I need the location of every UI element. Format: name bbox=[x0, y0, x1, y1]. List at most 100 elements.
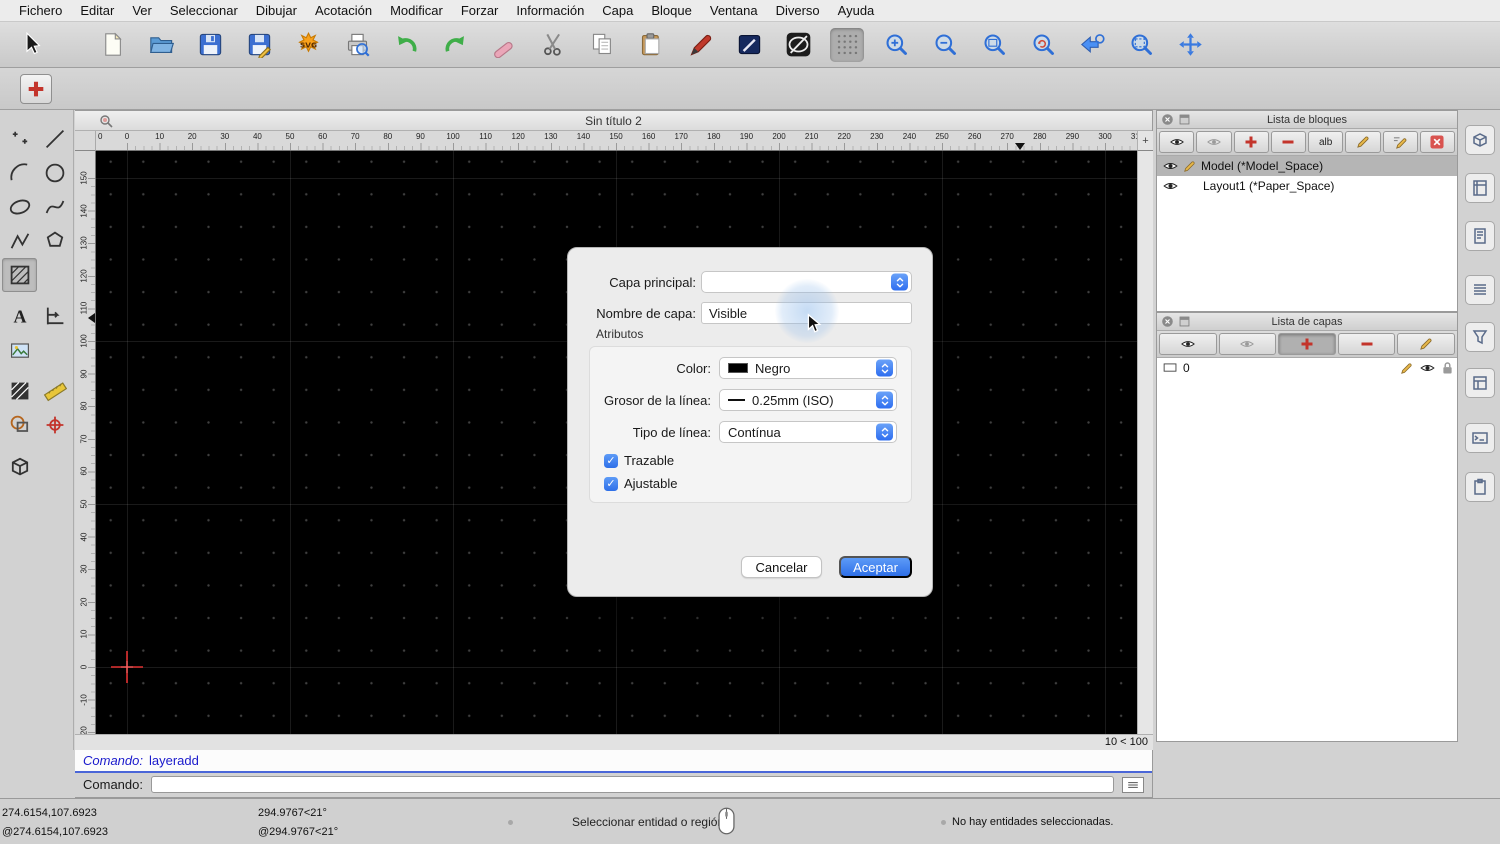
copy-button[interactable] bbox=[585, 28, 619, 62]
menu-bloque[interactable]: Bloque bbox=[642, 3, 700, 18]
menu-editar[interactable]: Editar bbox=[71, 3, 123, 18]
tool-spline-button[interactable] bbox=[37, 190, 72, 224]
tool-hatch-button[interactable] bbox=[2, 258, 37, 292]
redo-button[interactable] bbox=[438, 28, 472, 62]
show-all-blocks-button[interactable] bbox=[1159, 131, 1194, 153]
remove-layer-button[interactable] bbox=[1338, 333, 1396, 355]
menu-ver[interactable]: Ver bbox=[123, 3, 161, 18]
edit-block-button[interactable] bbox=[1345, 131, 1380, 153]
properties-button[interactable] bbox=[732, 28, 766, 62]
save-as-button[interactable] bbox=[242, 28, 276, 62]
layer-panel-close-button[interactable] bbox=[1161, 315, 1174, 328]
add-layer-button[interactable] bbox=[1278, 333, 1336, 355]
tool-polygon-button[interactable] bbox=[37, 224, 72, 258]
trazable-checkbox[interactable]: ✓ bbox=[604, 454, 618, 468]
dock-filter-button[interactable] bbox=[1465, 322, 1495, 352]
cancel-button[interactable]: Cancelar bbox=[741, 556, 822, 578]
tool-hatch-solid-button[interactable] bbox=[2, 374, 37, 408]
block-list-item[interactable]: Layout1 (*Paper_Space) bbox=[1157, 176, 1457, 196]
zoom-out-button[interactable] bbox=[928, 28, 962, 62]
add-block-button[interactable] bbox=[1234, 131, 1269, 153]
paste-button[interactable] bbox=[634, 28, 668, 62]
stepper-icon[interactable] bbox=[876, 360, 893, 377]
tool-shape-button[interactable] bbox=[2, 408, 37, 442]
zoom-auto-button[interactable] bbox=[977, 28, 1011, 62]
rename-block-button[interactable]: alb bbox=[1308, 131, 1343, 153]
dock-command-button[interactable] bbox=[1465, 423, 1495, 453]
menu-diverso[interactable]: Diverso bbox=[767, 3, 829, 18]
tool-points-button[interactable] bbox=[2, 122, 37, 156]
dock-library-button[interactable] bbox=[1465, 173, 1495, 203]
hide-all-layers-button[interactable] bbox=[1219, 333, 1277, 355]
stepper-icon[interactable] bbox=[876, 392, 893, 409]
insert-block-button[interactable] bbox=[1383, 131, 1418, 153]
dock-block-list-button[interactable] bbox=[1465, 125, 1495, 155]
color-dropdown[interactable]: Negro bbox=[719, 357, 897, 379]
draw-circle-button[interactable] bbox=[781, 28, 815, 62]
tool-polyline-button[interactable] bbox=[2, 224, 37, 258]
tool-image-button[interactable] bbox=[2, 333, 37, 367]
block-panel-dock-button[interactable] bbox=[1178, 113, 1191, 126]
command-input[interactable] bbox=[151, 776, 1114, 793]
block-list-item[interactable]: Model (*Model_Space) bbox=[1157, 156, 1457, 176]
menu-forzar[interactable]: Forzar bbox=[452, 3, 508, 18]
tool-solid-button[interactable] bbox=[2, 449, 37, 483]
dock-properties-button[interactable] bbox=[1465, 368, 1495, 398]
zoom-in-button[interactable] bbox=[879, 28, 913, 62]
cursor-button[interactable] bbox=[14, 28, 48, 62]
command-options-button[interactable] bbox=[1122, 777, 1144, 793]
line-type-dropdown[interactable]: Contínua bbox=[719, 421, 897, 443]
scroll-corner-button[interactable]: + bbox=[1137, 131, 1153, 151]
ajustable-checkbox[interactable]: ✓ bbox=[604, 477, 618, 491]
tool-circle-button[interactable] bbox=[37, 156, 72, 190]
delete-block-button[interactable] bbox=[1420, 131, 1455, 153]
stepper-icon[interactable] bbox=[876, 424, 893, 441]
zoom-redraw-button[interactable] bbox=[1026, 28, 1060, 62]
undo-button[interactable] bbox=[389, 28, 423, 62]
remove-block-button[interactable] bbox=[1271, 131, 1306, 153]
delete-button[interactable] bbox=[487, 28, 521, 62]
new-file-button[interactable] bbox=[95, 28, 129, 62]
menu-ayuda[interactable]: Ayuda bbox=[829, 3, 884, 18]
tool-line-button[interactable] bbox=[37, 122, 72, 156]
tool-arc-button[interactable] bbox=[2, 156, 37, 190]
print-preview-button[interactable] bbox=[340, 28, 374, 62]
svg-export-button[interactable]: SVG bbox=[291, 28, 325, 62]
pen-button[interactable] bbox=[683, 28, 717, 62]
dock-page-button[interactable] bbox=[1465, 221, 1495, 251]
block-panel-close-button[interactable] bbox=[1161, 113, 1174, 126]
hide-all-blocks-button[interactable] bbox=[1196, 131, 1231, 153]
menu-ventana[interactable]: Ventana bbox=[701, 3, 767, 18]
menu-informacion[interactable]: Información bbox=[507, 3, 593, 18]
save-button[interactable] bbox=[193, 28, 227, 62]
menu-dibujar[interactable]: Dibujar bbox=[247, 3, 306, 18]
add-layer-button[interactable] bbox=[20, 74, 52, 104]
zoom-previous-button[interactable] bbox=[1075, 28, 1109, 62]
vertical-scrollbar[interactable] bbox=[1137, 151, 1153, 734]
horizontal-scrollbar[interactable]: 10 < 100 bbox=[75, 734, 1153, 751]
dock-layer-list-button[interactable] bbox=[1465, 275, 1495, 305]
menu-fichero[interactable]: Fichero bbox=[10, 3, 71, 18]
tool-text-button[interactable]: A bbox=[2, 299, 37, 333]
cut-button[interactable] bbox=[536, 28, 570, 62]
zoom-pan-button[interactable] bbox=[1173, 28, 1207, 62]
dock-clipboard-button[interactable] bbox=[1465, 472, 1495, 502]
menu-capa[interactable]: Capa bbox=[593, 3, 642, 18]
line-width-dropdown[interactable]: 0.25mm (ISO) bbox=[719, 389, 897, 411]
layer-panel-dock-button[interactable] bbox=[1178, 315, 1191, 328]
menu-modificar[interactable]: Modificar bbox=[381, 3, 452, 18]
document-titlebar[interactable]: Sin título 2 bbox=[75, 111, 1152, 131]
accept-button[interactable]: Aceptar bbox=[839, 556, 912, 578]
tool-measure-button[interactable] bbox=[37, 374, 72, 408]
tool-dimension-button[interactable] bbox=[37, 299, 72, 333]
menu-seleccionar[interactable]: Seleccionar bbox=[161, 3, 247, 18]
zoom-window-button[interactable] bbox=[1124, 28, 1158, 62]
grid-button[interactable] bbox=[830, 28, 864, 62]
stepper-icon[interactable] bbox=[891, 274, 908, 291]
open-file-button[interactable] bbox=[144, 28, 178, 62]
modify-layer-button[interactable] bbox=[1397, 333, 1455, 355]
menu-acotacion[interactable]: Acotación bbox=[306, 3, 381, 18]
layer-list-item[interactable]: 0 bbox=[1157, 358, 1457, 378]
tool-snap-button[interactable] bbox=[37, 408, 72, 442]
show-all-layers-button[interactable] bbox=[1159, 333, 1217, 355]
